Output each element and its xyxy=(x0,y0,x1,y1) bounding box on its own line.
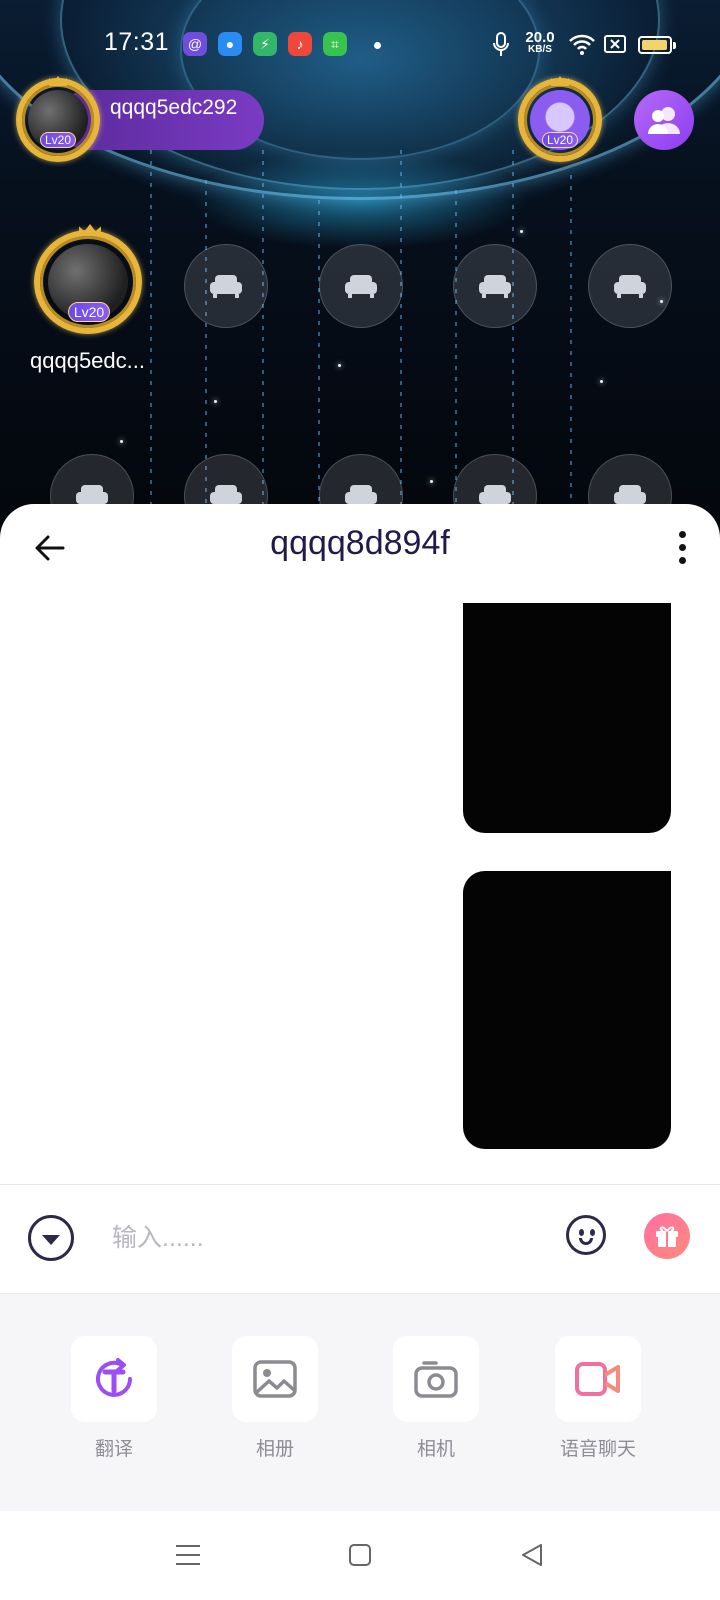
sofa-icon xyxy=(614,275,646,298)
network-speed-unit: KB/S xyxy=(528,44,552,55)
viewer-avatar[interactable]: Lv20 xyxy=(518,76,602,162)
more-options-button[interactable] xyxy=(662,524,702,570)
chevron-down-icon xyxy=(42,1235,60,1245)
toggle-panel-button[interactable] xyxy=(28,1215,74,1261)
empty-seat[interactable] xyxy=(453,244,537,328)
seat-owner-level-tag: Lv20 xyxy=(68,302,110,322)
tool-translate[interactable]: 翻译 xyxy=(64,1336,164,1461)
nav-back-button[interactable] xyxy=(512,1535,552,1575)
square-icon xyxy=(349,1544,371,1566)
message-input-bar xyxy=(0,1185,720,1293)
status-time: 17:31 xyxy=(104,28,170,56)
tools-panel: 翻译 相册 相机 语音聊天 xyxy=(0,1293,720,1511)
no-sim-icon xyxy=(604,35,626,53)
sofa-icon xyxy=(479,275,511,298)
translate-icon xyxy=(96,1358,132,1397)
tool-translate-label: 翻译 xyxy=(94,1439,133,1460)
message-input[interactable] xyxy=(112,1213,542,1263)
store-app-icon: ⌗ xyxy=(323,32,347,56)
more-notifications-dot xyxy=(374,42,381,49)
image-message[interactable] xyxy=(463,871,671,1149)
image-icon xyxy=(253,1360,297,1398)
sofa-icon xyxy=(210,275,242,298)
room-users-button[interactable] xyxy=(634,90,694,150)
tool-album[interactable]: 相册 xyxy=(225,1336,325,1461)
gift-button[interactable] xyxy=(644,1213,690,1259)
nav-menu-button[interactable] xyxy=(168,1535,208,1575)
host-name: qqqq5edc292 xyxy=(110,96,238,119)
back-button[interactable] xyxy=(28,526,72,570)
more-dots-icon xyxy=(678,530,686,538)
chat-header: qqqq8d894f xyxy=(0,504,720,590)
tool-camera[interactable]: 相机 xyxy=(386,1336,486,1461)
viewer-level-tag: Lv20 xyxy=(542,132,578,148)
seat-owner-name: qqqq5edc... xyxy=(30,348,145,373)
seat-owner[interactable]: Lv20 xyxy=(32,224,148,338)
tool-voice-chat-label: 语音聊天 xyxy=(559,1439,636,1460)
network-speed: 20.0 KB/S xyxy=(522,30,558,55)
network-speed-value: 20.0 xyxy=(525,29,555,46)
system-nav-bar xyxy=(0,1511,720,1600)
threads-app-icon: @ xyxy=(183,32,207,56)
battery-fill xyxy=(642,40,667,50)
empty-seat[interactable] xyxy=(184,244,268,328)
wifi-icon xyxy=(569,34,595,55)
empty-seat[interactable] xyxy=(319,244,403,328)
emoji-icon xyxy=(579,1229,584,1236)
tool-camera-label: 相机 xyxy=(416,1439,455,1460)
triangle-back-icon xyxy=(522,1544,542,1566)
battery-icon xyxy=(638,36,676,54)
users-icon xyxy=(648,107,680,134)
host-level-tag: Lv20 xyxy=(40,132,76,148)
tool-voice-chat[interactable]: 语音聊天 xyxy=(548,1336,648,1461)
gift-icon xyxy=(656,1226,678,1247)
microphone-icon xyxy=(493,32,509,56)
browser-app-icon: ● xyxy=(218,32,242,56)
tool-album-label: 相册 xyxy=(255,1439,294,1460)
chat-title: qqqq8d894f xyxy=(270,524,450,562)
music-app-icon: ♪ xyxy=(288,32,312,56)
empty-seat[interactable] xyxy=(588,244,672,328)
arrow-left-icon xyxy=(35,535,65,561)
status-bar: 17:31 @ ● ⚡ ♪ ⌗ 20.0 KB/S xyxy=(0,18,720,72)
host-avatar[interactable]: Lv20 xyxy=(16,76,100,162)
camera-icon xyxy=(414,1361,458,1398)
image-message[interactable] xyxy=(463,603,671,833)
menu-icon xyxy=(176,1545,200,1565)
emoji-button[interactable] xyxy=(566,1215,606,1255)
sofa-icon xyxy=(345,275,377,298)
video-icon xyxy=(575,1362,620,1396)
nav-home-button[interactable] xyxy=(340,1535,380,1575)
private-chat-sheet: qqqq8d894f 输入...... 翻译 相册 相机 语音聊天 xyxy=(0,504,720,1600)
shield-app-icon: ⚡ xyxy=(253,32,277,56)
